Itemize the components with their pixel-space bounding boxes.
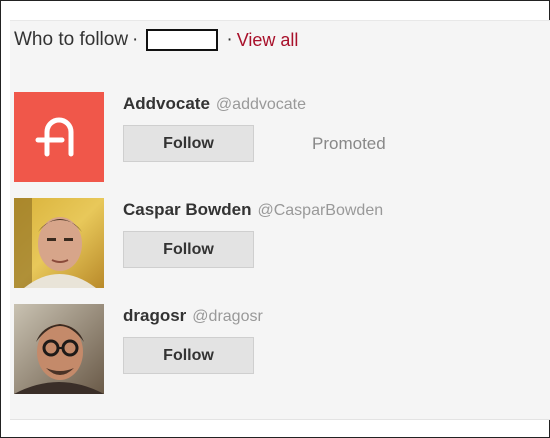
user-suggestion: Addvocate @addvocate Follow Promoted bbox=[14, 92, 534, 182]
refresh-box[interactable] bbox=[146, 29, 219, 51]
user-suggestion: Caspar Bowden @CasparBowden Follow bbox=[14, 198, 534, 288]
addvocate-logo-icon bbox=[14, 92, 104, 182]
user-name[interactable]: Addvocate bbox=[123, 94, 210, 113]
widget-title: Who to follow bbox=[14, 29, 129, 50]
separator-dot: · bbox=[132, 29, 139, 50]
who-to-follow-header: Who to follow · · View all bbox=[14, 28, 298, 52]
separator-dot: · bbox=[226, 29, 233, 50]
user-handle[interactable]: @addvocate bbox=[216, 96, 306, 113]
user-name-line: dragosr @dragosr bbox=[123, 306, 263, 327]
user-name[interactable]: Caspar Bowden bbox=[123, 200, 251, 219]
profile-photo-icon bbox=[14, 304, 104, 394]
profile-photo-icon bbox=[14, 198, 104, 288]
avatar[interactable] bbox=[14, 304, 104, 394]
user-name[interactable]: dragosr bbox=[123, 306, 186, 325]
follow-button[interactable]: Follow bbox=[123, 337, 254, 374]
user-name-line: Caspar Bowden @CasparBowden bbox=[123, 200, 383, 221]
promoted-label: Promoted bbox=[312, 134, 386, 153]
view-all-link[interactable]: View all bbox=[237, 28, 299, 52]
user-name-line: Addvocate @addvocate bbox=[123, 94, 306, 115]
avatar[interactable] bbox=[14, 92, 104, 182]
user-handle[interactable]: @dragosr bbox=[192, 308, 263, 325]
follow-button[interactable]: Follow bbox=[123, 231, 254, 268]
user-handle[interactable]: @CasparBowden bbox=[257, 202, 383, 219]
avatar[interactable] bbox=[14, 198, 104, 288]
follow-button[interactable]: Follow bbox=[123, 125, 254, 162]
user-suggestion: dragosr @dragosr Follow bbox=[14, 304, 534, 394]
